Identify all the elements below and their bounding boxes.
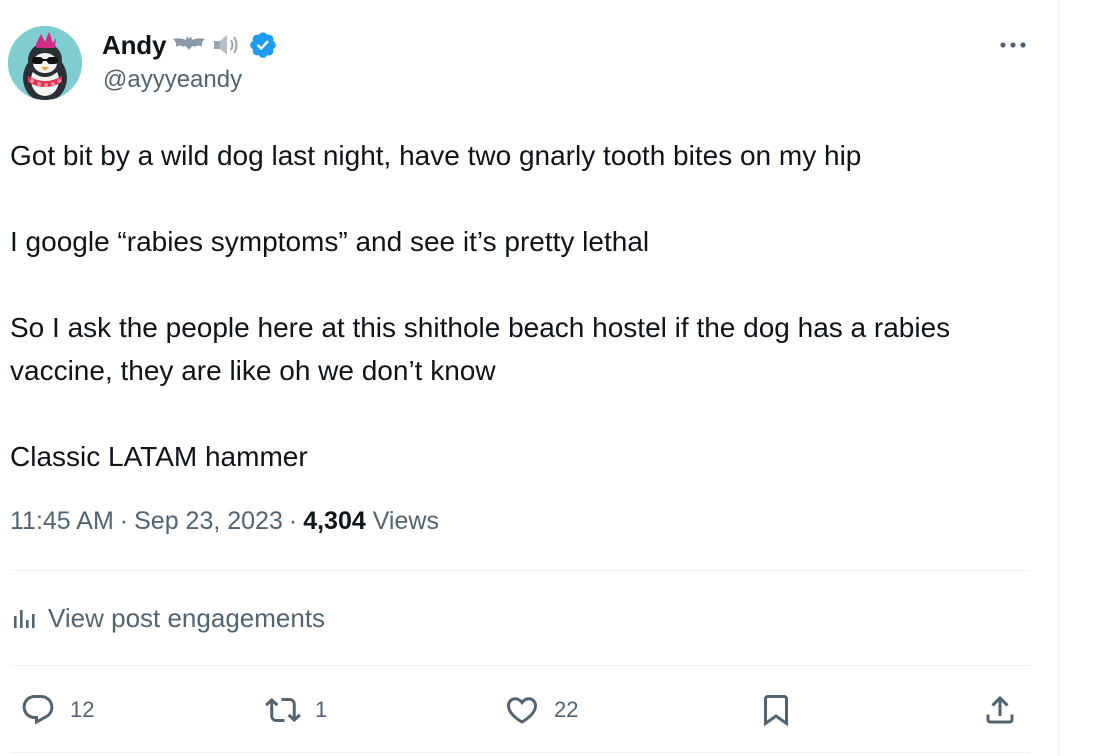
divider: [10, 570, 1031, 571]
tweet-paragraph: I google “rabies symptoms” and see it’s …: [10, 226, 650, 257]
penguin-avatar-icon: [8, 26, 82, 100]
verified-badge-icon[interactable]: [248, 30, 278, 60]
column-divider: [1058, 0, 1059, 756]
like-count: 22: [554, 697, 579, 722]
tweet-paragraph: Classic LATAM hammer: [10, 441, 308, 472]
avatar[interactable]: [8, 26, 82, 100]
like-button[interactable]: 22: [504, 684, 578, 736]
views-count: 4,304: [303, 507, 366, 535]
tweet-date[interactable]: Sep 23, 2023: [134, 507, 283, 536]
heart-icon: [506, 697, 538, 724]
more-dots-icon: [1000, 42, 1026, 48]
action-bar: 12 1 22: [10, 684, 1031, 736]
bat-emoji-icon: [172, 35, 206, 55]
repost-count: 1: [315, 697, 328, 722]
author-name-row[interactable]: Andy: [102, 28, 278, 62]
tweet-time[interactable]: 11:45 AM: [10, 507, 114, 536]
view-engagements-label: View post engagements: [48, 602, 326, 633]
reply-button[interactable]: 12: [20, 684, 94, 736]
divider: [10, 752, 1031, 753]
divider: [10, 665, 1031, 666]
repost-button[interactable]: 1: [265, 684, 327, 736]
tweet-meta: 11:45 AM · Sep 23, 2023 · 4,304 Views: [10, 507, 439, 536]
more-options-button[interactable]: [995, 30, 1031, 60]
tweet-paragraph: Got bit by a wild dog last night, have t…: [10, 140, 862, 171]
views-label: Views: [372, 507, 439, 535]
bookmark-icon: [764, 695, 788, 727]
view-engagements-link[interactable]: View post engagements: [10, 598, 325, 638]
meta-separator: ·: [288, 507, 298, 535]
tweet-detail: Andy @ayyyeandy Got bit by a wild dog la…: [0, 0, 1040, 756]
analytics-bars-icon: [14, 610, 35, 628]
reply-icon: [22, 695, 54, 725]
repost-icon: [265, 697, 301, 723]
bookmark-button[interactable]: [758, 684, 794, 736]
tweet-text: Got bit by a wild dog last night, have t…: [10, 134, 1010, 478]
meta-separator: ·: [119, 507, 129, 535]
share-button[interactable]: [982, 684, 1018, 736]
tweet-paragraph: So I ask the people here at this shithol…: [10, 312, 951, 386]
reply-count: 12: [70, 697, 95, 722]
display-name[interactable]: Andy: [102, 30, 166, 61]
share-icon: [986, 695, 1014, 724]
author-handle[interactable]: @ayyyeandy: [103, 66, 242, 94]
speaker-emoji-icon: [212, 33, 242, 57]
